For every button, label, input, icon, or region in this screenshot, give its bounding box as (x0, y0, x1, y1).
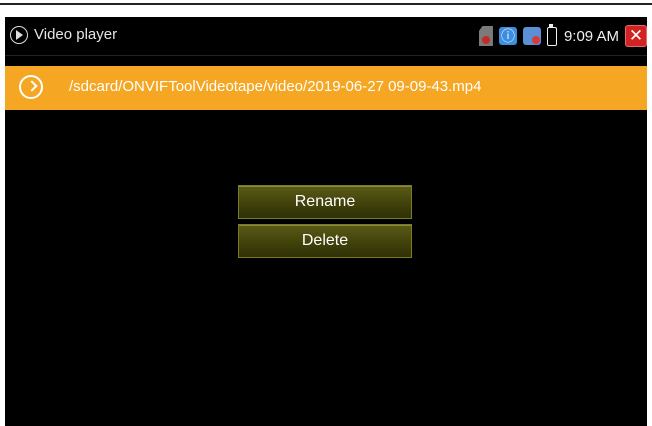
clock: 9:09 AM (563, 27, 619, 45)
file-path-bar: /sdcard/ONVIFToolVideotape/video/2019-06… (5, 66, 647, 110)
status-icons: 9:09 AM ✕ (478, 23, 647, 49)
top-divider (0, 3, 652, 5)
delete-button[interactable]: Delete (238, 224, 412, 258)
info-notification-icon (498, 26, 517, 46)
network-status-icon (522, 27, 541, 45)
file-path: /sdcard/ONVIFToolVideotape/video/2019-06… (69, 78, 482, 95)
chevron-right-circle-icon[interactable] (19, 75, 43, 99)
device-screen: Video player 9:09 AM ✕ /sdcard/ONVIFTool… (5, 17, 647, 426)
battery-icon (546, 23, 557, 46)
close-app-button[interactable]: ✕ (625, 25, 647, 47)
status-bar: Video player 9:09 AM ✕ (5, 17, 647, 56)
rename-button[interactable]: Rename (238, 185, 412, 219)
app-title: Video player (34, 26, 118, 43)
play-circle-icon (10, 26, 28, 44)
sd-card-icon (478, 26, 493, 46)
